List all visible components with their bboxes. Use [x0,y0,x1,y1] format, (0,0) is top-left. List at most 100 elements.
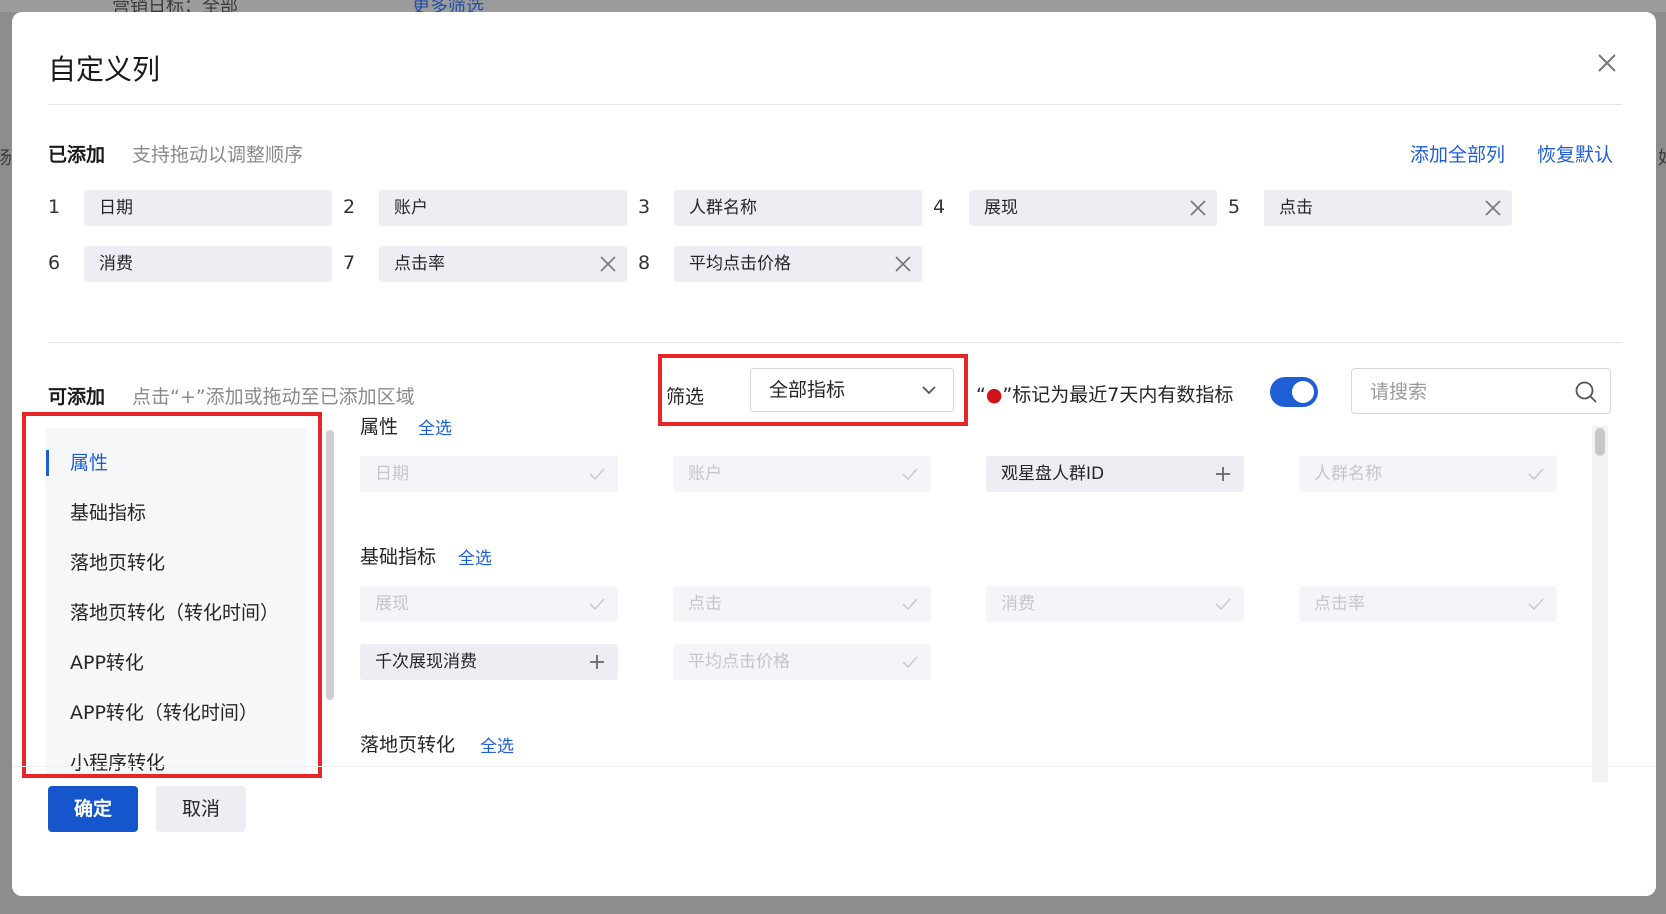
category-list: 属性基础指标落地页转化落地页转化（转化时间） APP转化 APP转化（转化时间） 小程… [46,428,306,778]
added-column-name: 日期 [99,198,133,218]
category-item[interactable]: 基础指标 [70,498,146,525]
option-name: 点击率 [1314,594,1365,614]
category-scrollbar[interactable] [326,430,334,700]
added-column-chip[interactable]: 平均点击价格 [674,246,922,282]
added-column-index: 7 [343,252,356,274]
check-icon [902,598,918,611]
check-icon [1215,598,1231,611]
available-section-hint: 点击“+”添加或拖动至已添加区域 [132,386,415,408]
added-column-chip[interactable]: 展现 [969,190,1217,226]
added-column-chip[interactable]: 点击率 [379,246,627,282]
added-column-name: 展现 [984,198,1018,218]
added-column-name: 平均点击价格 [689,254,791,274]
background-left-text: 场 [0,148,12,169]
category-item[interactable]: APP转化 [70,648,144,675]
restore-default-link[interactable]: 恢复默认 [1537,140,1613,167]
category-item[interactable]: 落地页转化（转化时间） [70,598,279,625]
custom-columns-dialog: 自定义列 已添加 支持拖动以调整顺序 添加全部列 恢复默认 1 日期 2 账户 3 人群名… [12,12,1656,896]
remove-column-icon[interactable] [1484,199,1502,217]
check-icon [589,598,605,611]
close-icon [1598,54,1616,72]
option-item: 平均点击价格 [673,644,931,680]
check-icon [902,656,918,669]
added-column-index: 5 [1228,196,1241,218]
option-item: 账户 [673,456,931,492]
option-group-title: 落地页转化 [360,734,456,756]
option-name: 平均点击价格 [688,652,790,672]
metric-filter-select[interactable]: 全部指标 [750,368,954,412]
select-all-link[interactable]: 全选 [458,544,492,569]
added-column-chip[interactable]: 人群名称 [674,190,922,226]
options-scroll-track [1592,426,1608,782]
added-column-name: 人群名称 [689,198,757,218]
filter-label: 筛选 [666,386,705,408]
option-item: 日期 [360,456,618,492]
options-scrollbar[interactable] [1595,428,1605,456]
added-column-index: 4 [933,196,946,218]
search-icon[interactable] [1574,380,1598,404]
added-column-chip[interactable]: 账户 [379,190,627,226]
metric-filter-value: 全部指标 [769,379,846,401]
recent-data-marker-text: “●”标记为最近7天内有数指标 [976,380,1233,407]
added-column-chip[interactable]: 日期 [84,190,332,226]
select-all-link[interactable]: 全选 [480,732,514,757]
option-name: 展现 [375,594,409,614]
option-item[interactable]: 观星盘人群ID [986,456,1244,492]
option-name: 千次展现消费 [375,652,477,672]
category-item[interactable]: 小程序转化 [70,748,165,775]
added-column-index: 6 [48,252,61,274]
option-item: 人群名称 [1299,456,1557,492]
footer-separator [12,766,1656,767]
option-item: 点击 [673,586,931,622]
background-page [0,0,1666,12]
option-item[interactable]: 千次展现消费 [360,644,618,680]
added-column-chip[interactable]: 点击 [1264,190,1512,226]
option-name: 账户 [688,464,722,484]
added-section-label: 已添加 [48,144,106,166]
marker-dot-icon: ● [985,384,1003,406]
option-name: 人群名称 [1314,464,1382,484]
add-all-columns-link[interactable]: 添加全部列 [1410,140,1505,167]
option-name: 消费 [1001,594,1035,614]
remove-column-icon[interactable] [599,255,617,273]
check-icon [1528,598,1544,611]
confirm-button[interactable]: 确定 [48,786,138,832]
active-category-indicator [46,450,49,476]
background-right-text: 好 [1658,144,1666,170]
option-item: 消费 [986,586,1244,622]
close-button[interactable] [1592,48,1622,78]
category-item[interactable]: 属性 [70,448,108,475]
added-column-chip[interactable]: 消费 [84,246,332,282]
title-divider [48,104,1622,105]
available-section-label: 可添加 [48,386,106,408]
added-column-index: 3 [638,196,651,218]
added-column-name: 点击 [1279,198,1313,218]
category-item[interactable]: 落地页转化 [70,548,165,575]
select-all-link[interactable]: 全选 [418,414,452,439]
added-column-index: 1 [48,196,61,218]
added-column-name: 点击率 [394,254,445,274]
section-divider [48,342,1622,343]
check-icon [1528,468,1544,481]
search-input[interactable] [1368,377,1562,407]
option-item: 点击率 [1299,586,1557,622]
added-column-index: 2 [343,196,356,218]
plus-icon[interactable] [588,654,606,670]
recent-data-toggle[interactable] [1270,377,1318,407]
added-column-name: 消费 [99,254,133,274]
option-name: 点击 [688,594,722,614]
category-item[interactable]: APP转化（转化时间） [70,698,258,725]
plus-icon[interactable] [1214,466,1232,482]
option-group-title: 基础指标 [360,546,437,568]
toggle-knob [1292,381,1314,403]
option-group-title: 属性 [360,416,399,438]
added-section-hint: 支持拖动以调整顺序 [132,144,304,166]
check-icon [902,468,918,481]
dialog-title: 自定义列 [48,53,161,86]
remove-column-icon[interactable] [1189,199,1207,217]
added-column-index: 8 [638,252,651,274]
cancel-button[interactable]: 取消 [156,786,246,832]
added-column-name: 账户 [394,198,428,218]
marker-description: ”标记为最近7天内有数指标 [1002,384,1234,406]
remove-column-icon[interactable] [894,255,912,273]
